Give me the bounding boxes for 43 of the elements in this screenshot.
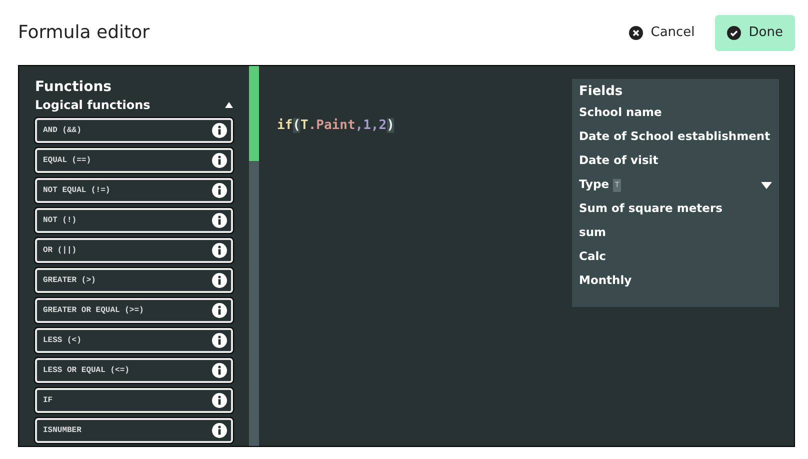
group-label[interactable]: Logical functions (35, 96, 150, 114)
function-item[interactable]: GREATER (>) (35, 268, 233, 293)
info-icon[interactable] (212, 183, 227, 198)
info-icon[interactable] (212, 123, 227, 138)
info-icon[interactable] (212, 243, 227, 258)
info-icon[interactable] (212, 153, 227, 168)
done-button[interactable]: Done (714, 14, 795, 50)
collapse-caret-icon[interactable] (225, 102, 233, 108)
info-icon[interactable] (212, 333, 227, 348)
check-icon (726, 26, 741, 40)
scrollbar[interactable] (249, 66, 259, 446)
info-icon[interactable] (212, 393, 227, 408)
info-icon[interactable] (212, 273, 227, 288)
panel-title: Functions (35, 78, 113, 96)
field-item[interactable]: Type (579, 176, 610, 194)
info-icon[interactable] (212, 423, 227, 438)
field-item[interactable]: Calc (579, 248, 606, 266)
function-item[interactable]: OR (||) (35, 238, 233, 263)
panel-title: Fields (579, 83, 624, 101)
info-icon[interactable] (212, 213, 227, 228)
close-icon (628, 26, 643, 40)
info-icon[interactable] (212, 363, 227, 378)
function-item[interactable]: AND (&&) (35, 118, 233, 143)
scrollbar-thumb[interactable] (249, 66, 259, 161)
cancel-button[interactable]: Cancel (620, 14, 703, 50)
function-item[interactable]: GREATER OR EQUAL (>=) (35, 298, 233, 323)
field-item[interactable]: Date of School establishment (579, 128, 770, 146)
page-title: Formula editor (18, 21, 150, 45)
formula-code[interactable]: if(T.Paint,1,2) (277, 116, 394, 136)
function-item[interactable]: ISNUMBER (35, 418, 233, 443)
function-item[interactable]: LESS OR EQUAL (<=) (35, 358, 233, 383)
info-icon[interactable] (212, 303, 227, 318)
function-item[interactable]: NOT EQUAL (!=) (35, 178, 233, 203)
function-item[interactable]: LESS (<) (35, 328, 233, 353)
field-item[interactable]: Monthly (579, 272, 632, 290)
function-item[interactable]: NOT (!) (35, 208, 233, 233)
field-item[interactable]: sum (579, 224, 606, 242)
expand-caret-icon[interactable] (761, 182, 772, 188)
field-item[interactable]: Sum of square meters (579, 200, 722, 218)
field-item[interactable]: Date of visit (579, 152, 658, 170)
field-item[interactable]: School name (579, 104, 662, 122)
function-item[interactable]: IF (35, 388, 233, 413)
function-item[interactable]: EQUAL (==) (35, 148, 233, 173)
